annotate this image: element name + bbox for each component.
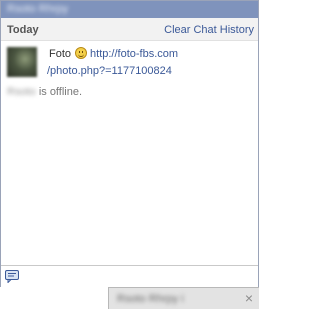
clear-chat-history-link[interactable]: Clear Chat History: [164, 24, 254, 36]
status-name: Rsoto: [7, 86, 36, 98]
history-header: Today Clear Chat History: [1, 18, 258, 41]
chat-window: Rsoto Rhrpy Today Clear Chat History Fot…: [0, 0, 259, 287]
message-link[interactable]: http://foto-fbs.com: [90, 48, 178, 60]
day-label: Today: [7, 24, 39, 36]
dock-chat-tab[interactable]: Rsoto Rhrpy i ×: [108, 287, 259, 309]
status-text: is offline.: [38, 86, 83, 98]
message-line: Foto http://foto-fbs.com: [49, 47, 178, 60]
dock-tab-name: Rsoto Rhrpy i: [117, 293, 184, 305]
chat-title: Rsoto Rhrpy: [7, 3, 69, 15]
dock-empty-area: [0, 287, 108, 309]
emoticon-icon[interactable]: [5, 270, 19, 284]
message-sender: Foto: [49, 48, 72, 60]
close-icon[interactable]: ×: [245, 290, 253, 306]
status-line: Rsoto is offline.: [7, 86, 82, 98]
message-link-continued[interactable]: /photo.php?=1177100824: [47, 65, 172, 77]
smiley-icon: [75, 47, 88, 59]
chat-message: Foto http://foto-fbs.com /photo.php?=1177…: [7, 43, 252, 83]
message-line-continued: /photo.php?=1177100824: [47, 65, 172, 77]
avatar: [7, 47, 37, 77]
chat-input[interactable]: [1, 265, 258, 287]
chat-titlebar[interactable]: Rsoto Rhrpy: [1, 1, 258, 18]
